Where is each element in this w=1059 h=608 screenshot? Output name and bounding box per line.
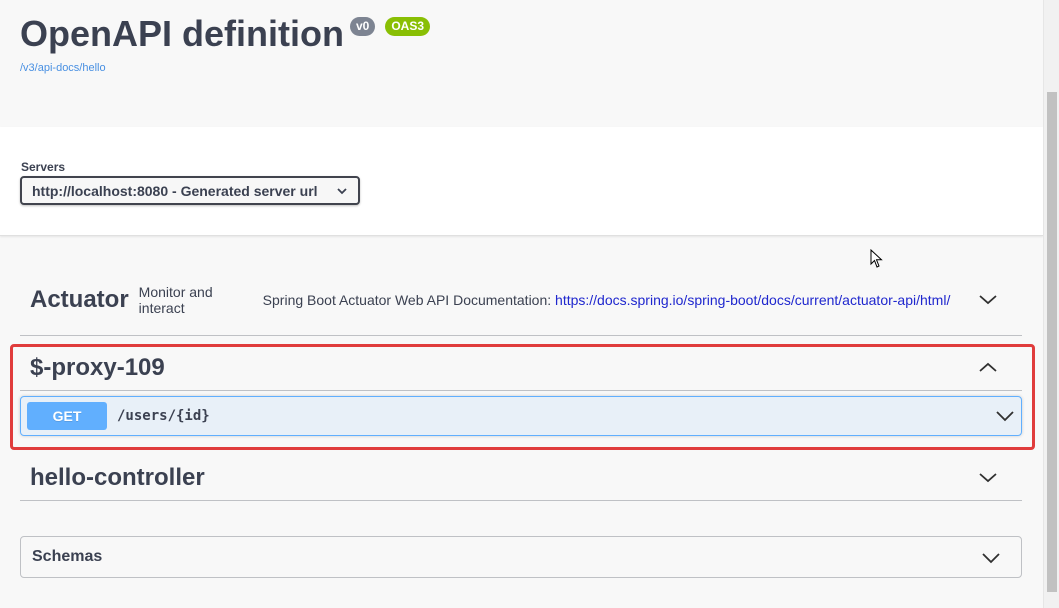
mouse-pointer-icon (870, 249, 883, 268)
servers-section: Servers http://localhost:8080 - Generate… (0, 127, 1043, 236)
schemas-section[interactable]: Schemas (20, 536, 1022, 578)
external-docs-link[interactable]: https://docs.spring.io/spring-boot/docs/… (555, 292, 950, 308)
page-title: OpenAPI definition (20, 13, 344, 54)
servers-selected-value: http://localhost:8080 - Generated server… (32, 182, 318, 199)
scrollbar-thumb[interactable] (1047, 92, 1057, 592)
tag-actuator[interactable]: Actuator Monitor and interact Spring Boo… (20, 264, 1022, 336)
tag-hello-controller[interactable]: hello-controller (20, 455, 1022, 501)
vertical-scrollbar[interactable] (1043, 0, 1059, 608)
servers-select[interactable]: http://localhost:8080 - Generated server… (20, 176, 360, 205)
title-row: OpenAPI definition v0 OAS3 (20, 12, 431, 56)
tag-description: Monitor and interact (138, 283, 213, 316)
tag-name: hello-controller (30, 463, 205, 491)
schemas-title: Schemas (32, 548, 103, 565)
servers-label: Servers (21, 160, 66, 174)
external-docs-label: Spring Boot Actuator Web API Documentati… (262, 291, 552, 308)
oas-badge: OAS3 (385, 17, 431, 36)
swagger-ui-page: OpenAPI definition v0 OAS3 /v3/api-docs/… (0, 0, 1059, 608)
highlight-box (10, 344, 1035, 450)
chevron-down-icon[interactable] (978, 468, 998, 488)
version-badge: v0 (349, 17, 376, 36)
tag-external-docs: Spring Boot Actuator Web API Documentati… (263, 292, 951, 308)
api-docs-link[interactable]: /v3/api-docs/hello (20, 62, 106, 74)
chevron-down-icon[interactable] (978, 290, 998, 310)
tag-name: Actuator (30, 285, 129, 313)
chevron-down-icon[interactable] (981, 548, 1001, 568)
api-info: OpenAPI definition v0 OAS3 (20, 12, 431, 56)
chevron-down-icon (337, 187, 347, 194)
